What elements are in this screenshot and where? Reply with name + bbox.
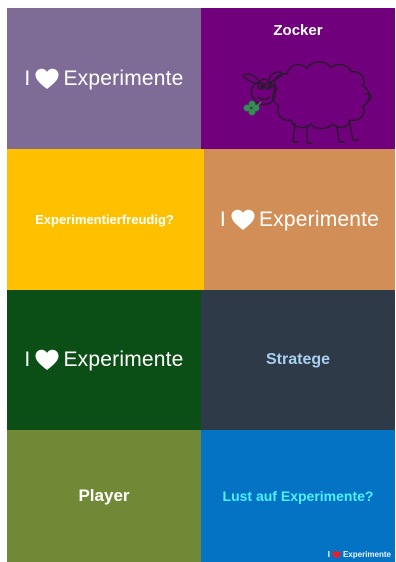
- tile-stratege: Stratege: [201, 290, 395, 430]
- mini-word-experimente: Experimente: [342, 550, 391, 559]
- letter-i: I: [24, 66, 31, 90]
- stratege-label: Stratege: [265, 351, 331, 368]
- zocker-title: Zocker: [273, 22, 323, 39]
- mini-heart-icon: [332, 550, 341, 559]
- i-love-experimente-line: I Experimente: [24, 348, 183, 372]
- heart-icon: [35, 349, 59, 370]
- mini-letter-i: I: [327, 550, 330, 559]
- i-love-experimente-line: I Experimente: [220, 208, 379, 232]
- player-label: Player: [78, 486, 130, 505]
- tile-zocker: Zocker: [201, 8, 395, 149]
- word-experimente: Experimente: [258, 207, 380, 231]
- mini-i-love-experimente: I Experimente: [328, 550, 391, 559]
- sticker-sheet: I Experimente Zocker Experimentierfreudi…: [7, 8, 395, 562]
- tile-i-love-experimente-green: I Experimente: [7, 290, 201, 430]
- heart-icon: [231, 209, 255, 230]
- experimentierfreudig-label: Experimentierfreudig?: [35, 212, 174, 227]
- i-love-experimente-line: I Experimente: [24, 67, 183, 91]
- tile-player: Player: [7, 430, 201, 562]
- letter-i: I: [219, 207, 226, 231]
- heart-icon: [35, 68, 59, 89]
- lust-auf-experimente-label: Lust auf Experimente?: [222, 488, 374, 504]
- word-experimente: Experimente: [63, 66, 184, 90]
- tile-lust-auf-experimente: Lust auf Experimente? I Experimente: [201, 430, 395, 562]
- sheep-illustration: [242, 61, 372, 144]
- word-experimente: Experimente: [63, 348, 184, 371]
- letter-i: I: [24, 348, 31, 371]
- tile-experimentierfreudig: Experimentierfreudig?: [7, 149, 204, 290]
- tile-i-love-experimente-purple: I Experimente: [7, 8, 201, 149]
- tile-i-love-experimente-orange: I Experimente: [204, 149, 395, 290]
